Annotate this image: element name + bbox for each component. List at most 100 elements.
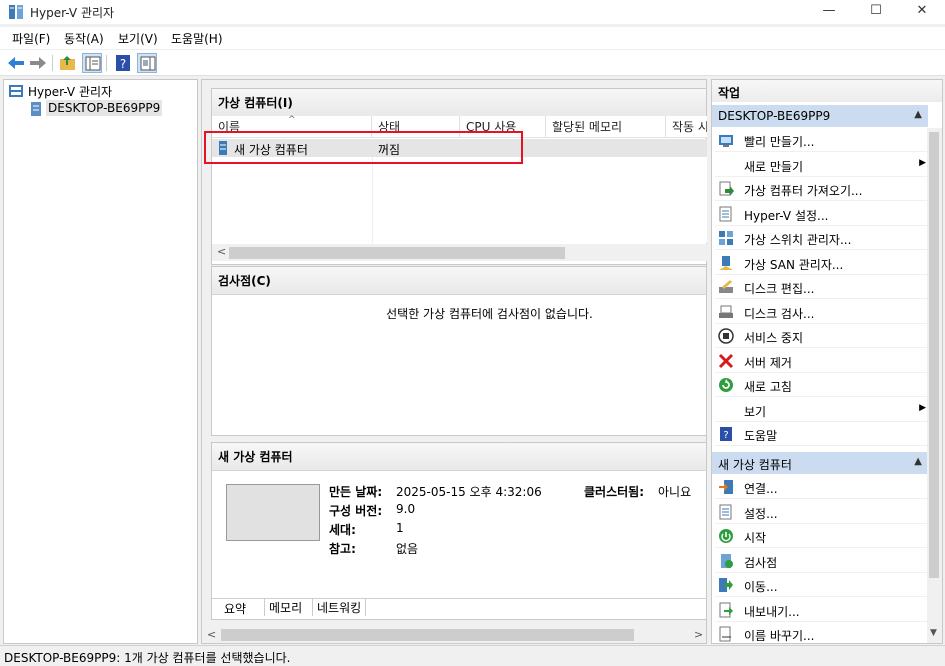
menu-bar: 파일(F) 동작(A) 보기(V) 도움말(H) [0, 27, 945, 49]
sort-ascending-icon: ^ [288, 115, 296, 125]
col-uptime[interactable]: 작동 시 [666, 116, 707, 138]
minimize-button[interactable]: — [806, 0, 852, 24]
help-icon[interactable]: ? [113, 53, 133, 73]
host-action-item[interactable]: 보기 ▶ [715, 398, 928, 422]
tree-host-item[interactable]: DESKTOP-BE69PP9 [46, 100, 163, 116]
menu-file[interactable]: 파일(F) [12, 30, 50, 47]
checkpoint-section-title: 검사점(C) [212, 267, 706, 295]
host-action-item[interactable]: ? 도움말 [715, 422, 928, 446]
submenu-arrow-icon: ▶ [919, 157, 926, 168]
maximize-button[interactable]: ☐ [853, 0, 899, 24]
center-hscrollbar[interactable]: < > [202, 626, 706, 643]
host-action-item[interactable]: 디스크 편집... [715, 275, 928, 299]
action-label: 빨리 만들기... [744, 135, 815, 149]
action-label: 시작 [744, 531, 767, 545]
close-button[interactable]: ✕ [899, 0, 945, 24]
menu-view[interactable]: 보기(V) [118, 30, 158, 47]
host-action-item[interactable]: 가상 SAN 관리자... [715, 251, 928, 275]
status-text: DESKTOP-BE69PP9: 1개 가상 컴퓨터를 선택했습니다. [4, 651, 291, 665]
connect-icon [719, 480, 733, 494]
vm-action-item[interactable]: 연결... [715, 475, 928, 499]
host-action-item[interactable]: 가상 컴퓨터 가져오기... [715, 177, 928, 201]
version-value: 9.0 [396, 502, 416, 516]
checkpoint-empty-message: 선택한 가상 컴퓨터에 검사점이 없습니다. [386, 307, 593, 321]
tree-root-label[interactable]: Hyper-V 관리자 [28, 83, 112, 100]
rename-icon [719, 626, 731, 642]
host-action-item[interactable]: 새로 만들기 ▶ [715, 153, 928, 177]
vm-action-item[interactable]: 설정... [715, 500, 928, 524]
action-label: 설정... [744, 506, 778, 521]
action-label: 연결... [744, 482, 778, 496]
tab-summary[interactable]: 요약 [220, 600, 251, 617]
collapse-icon[interactable]: ▲ [914, 109, 922, 120]
scroll-down-icon[interactable]: ▼ [930, 628, 937, 638]
svg-text:?: ? [723, 430, 728, 441]
menu-action[interactable]: 동작(A) [64, 30, 104, 47]
vm-list-hscrollbar[interactable]: < [212, 244, 707, 261]
host-action-item[interactable]: Hyper-V 설정... [715, 202, 928, 226]
settings-icon [719, 504, 732, 519]
toolbar-divider [106, 55, 107, 71]
forward-icon[interactable] [28, 53, 48, 73]
vm-actions-header-label: 새 가상 컴퓨터 [718, 458, 792, 472]
import-icon [719, 181, 734, 196]
hyperv-app-icon [9, 5, 23, 19]
vm-actions-list: 연결... 설정... 시작검사점이동... 내보내기... 이름 바꾸기... [712, 475, 932, 646]
generation-value: 1 [396, 521, 404, 535]
host-action-item[interactable]: 빨리 만들기... [715, 128, 928, 152]
tab-memory[interactable]: 메모리 [264, 599, 306, 616]
scroll-thumb[interactable] [221, 629, 634, 641]
version-label: 구성 버전: [329, 504, 383, 518]
back-icon[interactable] [6, 53, 26, 73]
host-action-item[interactable]: 가상 스위치 관리자... [715, 226, 928, 250]
host-action-item[interactable]: 서비스 중지 [715, 324, 928, 348]
remove-icon [718, 353, 734, 368]
host-action-item[interactable]: 디스크 검사... [715, 300, 928, 324]
vm-action-item[interactable]: 검사점 [715, 549, 928, 573]
vm-section-title: 가상 컴퓨터(I) [212, 89, 706, 117]
tab-networking[interactable]: 네트워킹 [312, 599, 367, 616]
action-label: 디스크 편집... [744, 282, 815, 296]
detail-section-title: 새 가상 컴퓨터 [212, 443, 706, 471]
show-tree-icon[interactable] [82, 53, 102, 73]
host-action-item[interactable]: 새로 고침 [715, 373, 928, 397]
scroll-thumb[interactable] [929, 132, 939, 578]
switch-icon [719, 231, 733, 245]
selection-highlight [204, 131, 523, 164]
scroll-left-icon[interactable]: < [217, 245, 226, 258]
toolbar: ? [0, 50, 945, 76]
export-icon [719, 602, 733, 617]
move-icon [719, 578, 733, 592]
action-label: 새로 고침 [744, 380, 792, 394]
created-label: 만든 날짜: [329, 485, 383, 499]
col-memory[interactable]: 할당된 메모리 [546, 116, 666, 138]
vm-action-item[interactable]: 내보내기... [715, 598, 928, 622]
action-label: 서비스 중지 [744, 331, 804, 345]
notes-label: 참고: [329, 542, 356, 556]
show-action-pane-icon[interactable] [137, 53, 157, 73]
vm-action-item[interactable]: 이동... [715, 573, 928, 597]
action-label: 가상 스위치 관리자... [744, 233, 852, 247]
vm-action-item[interactable]: 이름 바꾸기... [715, 622, 928, 646]
actions-title: 작업 [712, 80, 942, 102]
disk-edit-icon [719, 280, 733, 293]
scroll-left-icon[interactable]: < [207, 628, 216, 641]
scroll-right-icon[interactable]: > [694, 628, 703, 641]
actions-pane: 작업 DESKTOP-BE69PP9 ▲ 빨리 만들기... 새로 만들기 ▶ 가상 … [711, 79, 943, 646]
vm-actions-header[interactable]: 새 가상 컴퓨터 ▲ [712, 452, 928, 474]
scroll-thumb[interactable] [229, 247, 565, 259]
host-actions-list: 빨리 만들기... 새로 만들기 ▶ 가상 컴퓨터 가져오기... Hyper-V 설정… [712, 128, 932, 448]
menu-help[interactable]: 도움말(H) [171, 30, 223, 47]
host-actions-header[interactable]: DESKTOP-BE69PP9 ▲ [712, 105, 928, 127]
settings-icon [719, 206, 732, 221]
clustered-label: 클러스터됨: [584, 485, 644, 499]
action-label: 도움말 [744, 429, 778, 443]
action-label: 이동... [744, 580, 778, 594]
up-folder-icon[interactable] [58, 53, 78, 73]
collapse-icon[interactable]: ▲ [914, 456, 922, 467]
actions-vscrollbar[interactable]: ▼ [927, 128, 942, 643]
action-label: 디스크 검사... [744, 306, 815, 321]
detail-section: 새 가상 컴퓨터 만든 날짜: 2025-05-15 오후 4:32:06 클러… [211, 442, 707, 620]
host-action-item[interactable]: 서버 제거 [715, 349, 928, 373]
vm-action-item[interactable]: 시작 [715, 524, 928, 548]
